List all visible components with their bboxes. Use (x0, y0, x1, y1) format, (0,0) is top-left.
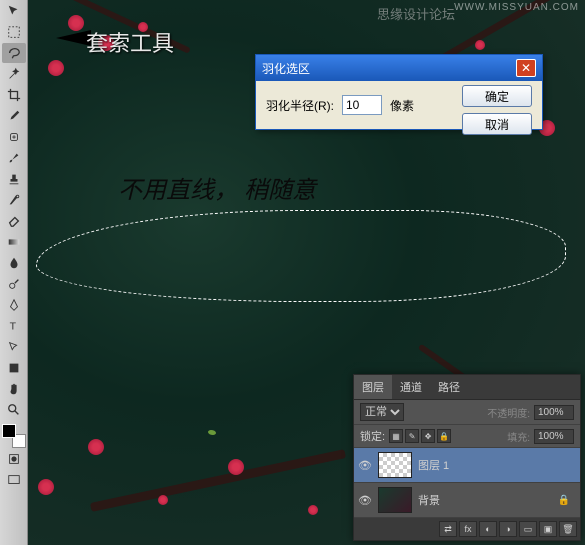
opacity-label: 不透明度: (487, 405, 530, 420)
flower-deco (308, 505, 318, 515)
layer-list: 👁 图层 1 👁 背景 🔒 (354, 448, 580, 518)
lock-transparency-icon[interactable]: ▦ (389, 429, 403, 443)
gradient-tool[interactable] (2, 232, 26, 252)
adjustment-icon[interactable]: ◑ (499, 521, 517, 537)
lasso-tool[interactable] (2, 43, 26, 63)
lock-pixels-icon[interactable]: ✎ (405, 429, 419, 443)
path-select-tool[interactable] (2, 337, 26, 357)
watermark-url: WWW.MISSYUAN.COM (454, 2, 579, 13)
wand-tool[interactable] (2, 64, 26, 84)
eyedropper-tool[interactable] (2, 106, 26, 126)
lock-label: 锁定: (360, 428, 385, 444)
move-tool[interactable] (2, 1, 26, 21)
shape-tool[interactable] (2, 358, 26, 378)
tab-channels[interactable]: 通道 (392, 375, 430, 399)
lock-position-icon[interactable]: ✥ (421, 429, 435, 443)
layer-name-label[interactable]: 图层 1 (418, 457, 449, 473)
flower-deco (88, 439, 104, 455)
lasso-callout: 套索工具 (86, 26, 174, 58)
dodge-tool[interactable] (2, 274, 26, 294)
dialog-titlebar[interactable]: 羽化选区 ✕ (256, 55, 542, 81)
stamp-tool[interactable] (2, 169, 26, 189)
svg-text:T: T (10, 321, 17, 333)
fill-value[interactable]: 100% (534, 429, 574, 444)
flower-deco (475, 40, 485, 50)
lock-icon: 🔒 (558, 495, 570, 506)
ok-button[interactable]: 确定 (462, 85, 532, 107)
flower-deco (48, 60, 64, 76)
flower-deco (38, 479, 54, 495)
layer-item[interactable]: 👁 背景 🔒 (354, 483, 580, 518)
flower-deco (158, 495, 168, 505)
delete-layer-icon[interactable]: 🗑 (559, 521, 577, 537)
toolbox: T (0, 0, 28, 545)
radius-unit: 像素 (390, 97, 414, 114)
layer-item[interactable]: 👁 图层 1 (354, 448, 580, 483)
tab-layers[interactable]: 图层 (354, 375, 392, 399)
layer-thumbnail[interactable] (378, 452, 412, 478)
feather-dialog: 羽化选区 ✕ 羽化半径(R): 像素 确定 取消 (255, 54, 543, 130)
layer-thumbnail[interactable] (378, 487, 412, 513)
leaf-deco (208, 430, 216, 435)
cancel-button[interactable]: 取消 (462, 113, 532, 135)
flower-deco (68, 15, 84, 31)
screenmode-toggle[interactable] (2, 470, 26, 490)
layers-panel: 图层 通道 路径 正常 不透明度: 100% 锁定: ▦ ✎ ✥ 🔒 填充: 1… (353, 374, 581, 541)
fill-label: 填充: (507, 429, 530, 444)
blend-mode-select[interactable]: 正常 (360, 403, 404, 421)
close-icon[interactable]: ✕ (516, 59, 536, 77)
history-brush-tool[interactable] (2, 190, 26, 210)
fx-icon[interactable]: fx (459, 521, 477, 537)
link-layers-icon[interactable]: ⇄ (439, 521, 457, 537)
selection-marquee (36, 210, 566, 302)
new-layer-icon[interactable]: ▣ (539, 521, 557, 537)
visibility-icon[interactable]: 👁 (358, 458, 372, 472)
dialog-title-text: 羽化选区 (262, 60, 310, 77)
group-icon[interactable]: ▭ (519, 521, 537, 537)
marquee-tool[interactable] (2, 22, 26, 42)
fg-color-swatch[interactable] (2, 424, 16, 438)
pen-tool[interactable] (2, 295, 26, 315)
layers-footer: ⇄ fx ◐ ◑ ▭ ▣ 🗑 (354, 518, 580, 540)
heal-tool[interactable] (2, 127, 26, 147)
crop-tool[interactable] (2, 85, 26, 105)
mask-icon[interactable]: ◐ (479, 521, 497, 537)
tab-paths[interactable]: 路径 (430, 375, 468, 399)
eraser-tool[interactable] (2, 211, 26, 231)
radius-input[interactable] (342, 95, 382, 115)
flower-deco (228, 459, 244, 475)
opacity-value[interactable]: 100% (534, 405, 574, 420)
quickmask-toggle[interactable] (2, 449, 26, 469)
type-tool[interactable]: T (2, 316, 26, 336)
brush-tool[interactable] (2, 148, 26, 168)
layer-name-label[interactable]: 背景 (418, 492, 440, 508)
branch-deco (90, 449, 346, 512)
color-swatches[interactable] (2, 424, 26, 448)
watermark-text: 思缘设计论坛 (377, 4, 455, 23)
zoom-tool[interactable] (2, 400, 26, 420)
panel-tabs: 图层 通道 路径 (354, 375, 580, 400)
visibility-icon[interactable]: 👁 (358, 493, 372, 507)
blur-tool[interactable] (2, 253, 26, 273)
radius-label: 羽化半径(R): (266, 97, 334, 114)
hand-tool[interactable] (2, 379, 26, 399)
freehand-note: 不用直线， 稍随意 (118, 170, 316, 205)
lock-all-icon[interactable]: 🔒 (437, 429, 451, 443)
